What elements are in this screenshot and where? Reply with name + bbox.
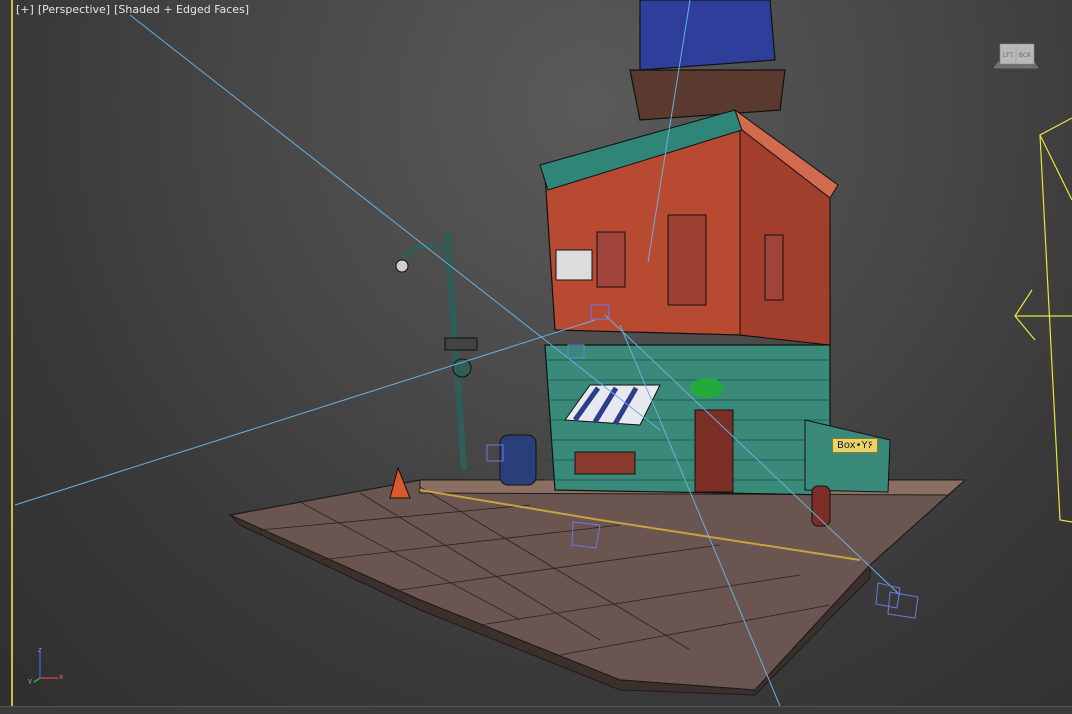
viewport-menu-shading[interactable]: [Shaded + Edged Faces] — [114, 3, 249, 19]
axis-tripod-icon: z x y — [28, 646, 63, 684]
scene-3d-render[interactable] — [0, 0, 1072, 714]
viewcube-right-face[interactable]: BCK — [1019, 52, 1032, 59]
object-name-tooltip: Box•Y۶ — [832, 438, 878, 453]
viewcube-left-face[interactable]: LFT — [1003, 52, 1014, 59]
axis-x-label: x — [59, 673, 63, 681]
viewport-menu-plus[interactable]: [+] — [16, 3, 34, 19]
camera-icon — [1014, 117, 1072, 523]
perspective-viewport[interactable]: [+] [Perspective] [Shaded + Edged Faces]… — [0, 0, 1072, 714]
viewport-menu-view[interactable]: [Perspective] — [38, 3, 110, 19]
viewport-label-menu[interactable]: [+] [Perspective] [Shaded + Edged Faces] — [16, 3, 249, 19]
viewcube-icon[interactable]: LFT BCK — [994, 40, 1038, 72]
axis-y-label: y — [28, 677, 32, 684]
axis-z-label: z — [38, 646, 42, 654]
viewport-bottom-strip — [0, 706, 1072, 714]
